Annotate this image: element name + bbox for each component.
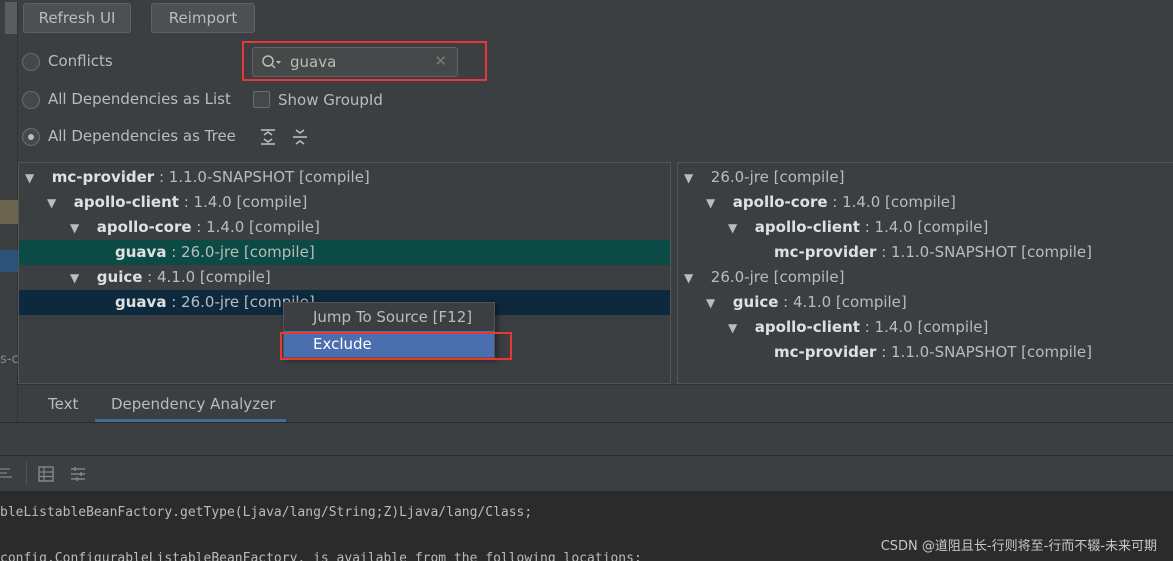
expand-arrow-icon[interactable]: ▼ bbox=[25, 166, 39, 191]
artifact-version: : 4.1.0 [compile] bbox=[142, 268, 271, 286]
tree-row[interactable]: mc-provider : 1.1.0-SNAPSHOT [compile] bbox=[678, 340, 1173, 365]
tool-window-header bbox=[0, 422, 1173, 456]
tree-row-selected[interactable]: guava : 26.0-jre [compile] bbox=[19, 240, 670, 265]
tree-row[interactable]: ▼ 26.0-jre [compile] bbox=[678, 265, 1173, 290]
tree-row[interactable]: ▼ 26.0-jre [compile] bbox=[678, 165, 1173, 190]
gutter-marker bbox=[0, 200, 18, 224]
editor-tabs: Text Dependency Analyzer bbox=[18, 384, 1173, 423]
console-line: config.ConfigurableListableBeanFactory, … bbox=[0, 551, 642, 561]
artifact-name: mc-provider bbox=[51, 168, 155, 186]
artifact-name: apollo-core bbox=[732, 193, 828, 211]
tree-row[interactable]: ▼ apollo-client : 1.4.0 [compile] bbox=[678, 215, 1173, 240]
sort-icon[interactable] bbox=[0, 465, 16, 481]
tree-row[interactable]: ▼ apollo-core : 1.4.0 [compile] bbox=[19, 215, 670, 240]
artifact-name: apollo-core bbox=[96, 218, 192, 236]
watermark-text: CSDN @道阻且长-行则将至-行而不辍-未来可期 bbox=[880, 539, 1157, 554]
filter-icon[interactable] bbox=[70, 466, 86, 482]
artifact-name: apollo-client bbox=[754, 318, 860, 336]
expand-arrow-icon[interactable]: ▼ bbox=[728, 216, 742, 241]
artifact-name: mc-provider bbox=[774, 343, 877, 361]
artifact-version: : 1.1.0-SNAPSHOT [compile] bbox=[876, 243, 1093, 261]
tree-row[interactable]: ▼ guice : 4.1.0 [compile] bbox=[678, 290, 1173, 315]
artifact-version: : 4.1.0 [compile] bbox=[778, 293, 907, 311]
gutter-text-fragment: s-c bbox=[0, 352, 19, 367]
gutter-marker bbox=[0, 250, 18, 272]
artifact-name: guice bbox=[732, 293, 779, 311]
expand-arrow-icon[interactable]: ▼ bbox=[706, 291, 720, 316]
tool-window-toolbar bbox=[0, 456, 1173, 492]
left-gutter: s-c bbox=[0, 0, 19, 422]
tab-dependency-analyzer[interactable]: Dependency Analyzer bbox=[111, 395, 275, 413]
artifact-version: : 1.4.0 [compile] bbox=[178, 193, 308, 211]
artifact-version: : 1.4.0 [compile] bbox=[859, 318, 989, 336]
expand-arrow-icon[interactable]: ▼ bbox=[684, 166, 698, 191]
conflicts-radio[interactable] bbox=[22, 53, 40, 71]
tree-label: All Dependencies as Tree bbox=[48, 127, 236, 145]
search-highlight-annotation bbox=[242, 41, 487, 81]
list-label: All Dependencies as List bbox=[48, 90, 231, 108]
tree-row[interactable]: ▼ apollo-client : 1.4.0 [compile] bbox=[678, 315, 1173, 340]
expand-arrow-icon[interactable]: ▼ bbox=[684, 266, 698, 291]
refresh-ui-button[interactable]: Refresh UI bbox=[23, 3, 131, 33]
artifact-version: : 1.1.0-SNAPSHOT [compile] bbox=[154, 168, 370, 186]
expand-arrow-icon[interactable]: ▼ bbox=[728, 316, 742, 341]
artifact-version: : 1.4.0 [compile] bbox=[859, 218, 989, 236]
artifact-name: apollo-client bbox=[73, 193, 179, 211]
artifact-version: : 26.0-jre [compile] bbox=[166, 243, 315, 261]
jump-to-source-menu-item[interactable]: Jump To Source [F12] bbox=[284, 304, 494, 330]
tree-radio[interactable] bbox=[22, 128, 40, 146]
reimport-button[interactable]: Reimport bbox=[151, 3, 255, 33]
tree-row[interactable]: ▼ apollo-core : 1.4.0 [compile] bbox=[678, 190, 1173, 215]
artifact-name: guava bbox=[115, 243, 167, 261]
artifact-name: mc-provider bbox=[774, 243, 877, 261]
toolbar-separator bbox=[26, 462, 27, 484]
show-groupid-label: Show GroupId bbox=[278, 91, 383, 109]
usages-tree-panel[interactable]: ▼ 26.0-jre [compile] ▼ apollo-core : 1.4… bbox=[677, 162, 1173, 384]
collapse-all-icon[interactable] bbox=[291, 128, 309, 146]
artifact-version: : 1.1.0-SNAPSHOT [compile] bbox=[876, 343, 1093, 361]
artifact-name: guice bbox=[96, 268, 143, 286]
expand-arrow-icon[interactable]: ▼ bbox=[70, 216, 84, 241]
expand-arrow-icon[interactable]: ▼ bbox=[70, 266, 84, 291]
artifact-version: 26.0-jre [compile] bbox=[710, 268, 845, 286]
tree-row[interactable]: mc-provider : 1.1.0-SNAPSHOT [compile] bbox=[678, 240, 1173, 265]
exclude-highlight-annotation bbox=[280, 332, 512, 360]
gutter-marker bbox=[5, 2, 17, 34]
tab-text[interactable]: Text bbox=[48, 395, 78, 413]
tree-row[interactable]: ▼ apollo-client : 1.4.0 [compile] bbox=[19, 190, 670, 215]
expand-arrow-icon[interactable]: ▼ bbox=[47, 191, 61, 216]
artifact-name: guava bbox=[115, 293, 167, 311]
list-radio[interactable] bbox=[22, 91, 40, 109]
artifact-name: apollo-client bbox=[754, 218, 860, 236]
table-icon[interactable] bbox=[38, 466, 54, 482]
tree-row[interactable]: ▼ mc-provider : 1.1.0-SNAPSHOT [compile] bbox=[19, 165, 670, 190]
tree-row[interactable]: ▼ guice : 4.1.0 [compile] bbox=[19, 265, 670, 290]
artifact-version: : 1.4.0 [compile] bbox=[191, 218, 320, 236]
show-groupid-checkbox[interactable] bbox=[253, 91, 270, 108]
conflicts-label: Conflicts bbox=[48, 52, 113, 70]
artifact-version: 26.0-jre [compile] bbox=[710, 168, 845, 186]
expand-all-icon[interactable] bbox=[259, 128, 277, 146]
console-line: bleListableBeanFactory.getType(Ljava/lan… bbox=[0, 505, 533, 520]
artifact-version: : 1.4.0 [compile] bbox=[827, 193, 956, 211]
expand-arrow-icon[interactable]: ▼ bbox=[706, 191, 720, 216]
